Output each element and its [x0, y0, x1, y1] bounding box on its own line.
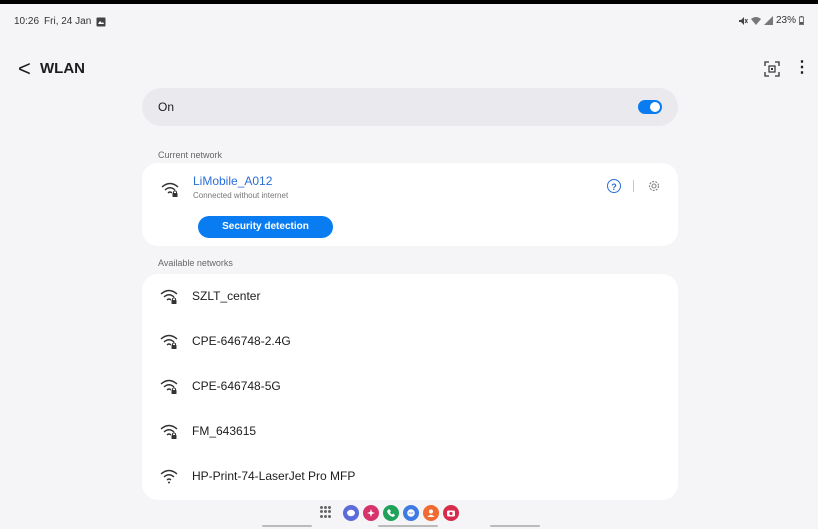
- back-button[interactable]: <: [18, 56, 31, 82]
- wifi-locked-icon: [160, 289, 178, 304]
- help-icon[interactable]: ?: [607, 179, 621, 193]
- network-row[interactable]: CPE-646748-5G: [142, 364, 678, 408]
- current-network-status: Connected without internet: [193, 191, 289, 200]
- status-bar-right: 23%: [738, 15, 804, 26]
- nav-recent-bar[interactable]: [262, 525, 312, 527]
- current-network-name[interactable]: LiMobile_A012: [193, 174, 272, 188]
- current-network-label: Current network: [158, 150, 223, 160]
- wifi-locked-icon: [160, 334, 178, 349]
- gallery-notification-icon: [96, 17, 106, 26]
- wifi-icon: [160, 469, 178, 484]
- network-row[interactable]: SZLT_center: [142, 274, 678, 318]
- available-networks-list: SZLT_center CPE-646748-2.4G CPE-646748-5…: [142, 274, 678, 500]
- mute-icon: [738, 16, 748, 25]
- status-time: 10:26: [14, 16, 40, 27]
- available-networks-label: Available networks: [158, 258, 233, 268]
- window-top-border: [0, 0, 818, 4]
- wifi-locked-icon: [161, 182, 179, 197]
- network-row[interactable]: FM_643615: [142, 409, 678, 453]
- messages-icon[interactable]: [343, 505, 359, 521]
- switch-knob: [650, 102, 660, 112]
- wlan-toggle-row[interactable]: On: [142, 88, 678, 126]
- battery-icon: [799, 16, 804, 25]
- battery-percent: 23%: [775, 15, 796, 26]
- app-drawer-icon[interactable]: [320, 506, 332, 518]
- wifi-status-icon: [750, 17, 761, 25]
- contacts-icon[interactable]: [423, 505, 439, 521]
- camera-icon[interactable]: [443, 505, 459, 521]
- gear-icon[interactable]: [647, 179, 661, 193]
- network-row[interactable]: CPE-646748-2.4G: [142, 319, 678, 363]
- security-detection-button[interactable]: Security detection: [198, 216, 333, 238]
- galaxy-store-icon[interactable]: [363, 505, 379, 521]
- vertical-divider: [633, 180, 634, 192]
- more-options-button[interactable]: ⋮: [794, 60, 810, 76]
- signal-icon: [763, 16, 773, 25]
- network-row[interactable]: HP-Print-74-LaserJet Pro MFP: [142, 454, 678, 498]
- toggle-label: On: [158, 100, 175, 114]
- network-name: HP-Print-74-LaserJet Pro MFP: [192, 469, 356, 483]
- page-title: WLAN: [40, 60, 85, 77]
- current-network-card: LiMobile_A012 Connected without internet…: [142, 163, 678, 246]
- network-name: CPE-646748-2.4G: [192, 334, 291, 348]
- wlan-switch[interactable]: [638, 100, 662, 114]
- phone-icon[interactable]: [383, 505, 399, 521]
- chat-icon[interactable]: [403, 505, 419, 521]
- wifi-locked-icon: [160, 379, 178, 394]
- nav-back-bar[interactable]: [490, 525, 540, 527]
- network-name: CPE-646748-5G: [192, 379, 281, 393]
- qr-scan-icon[interactable]: [764, 61, 780, 77]
- status-date: Fri, 24 Jan: [44, 16, 92, 27]
- network-name: FM_643615: [192, 424, 257, 438]
- nav-home-bar[interactable]: [378, 525, 438, 527]
- network-name: SZLT_center: [192, 289, 261, 303]
- wifi-locked-icon: [160, 424, 178, 439]
- status-bar-left: 10:26 Fri, 24 Jan: [14, 16, 106, 27]
